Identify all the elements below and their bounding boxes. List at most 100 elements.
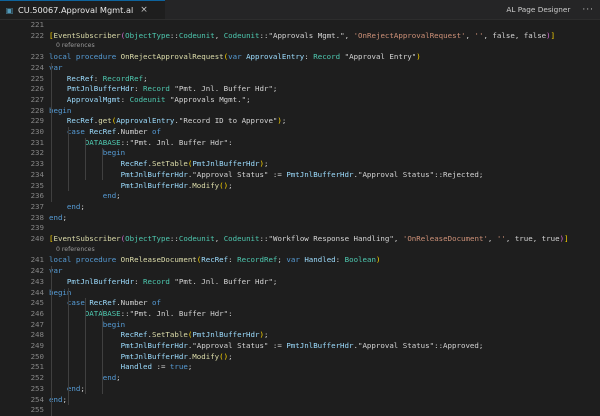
tab-bar: ▣ CU.50067.Approval Mgmt.al × AL Page De…: [0, 0, 600, 20]
tab-cu-50067-approval-mgmt[interactable]: ▣ CU.50067.Approval Mgmt.al ×: [0, 0, 165, 19]
code-text: case RecRef.Number of: [49, 298, 161, 309]
code-token: RecordRef: [102, 73, 144, 83]
code-text: local procedure OnReleaseDocument(RecRef…: [49, 255, 380, 266]
code-token: ;: [116, 373, 121, 383]
line-number: 249: [30, 341, 44, 350]
code-line[interactable]: 249 PmtJnlBufferHdr."Approval Status" :=…: [0, 341, 600, 352]
code-line[interactable]: 226 PmtJnlBufferHdr: Record "Pmt. Jnl. B…: [0, 84, 600, 95]
code-line[interactable]: 253 end;: [0, 384, 600, 395]
code-line[interactable]: 234 PmtJnlBufferHdr."Approval Status" :=…: [0, 170, 600, 181]
code-token: Modify: [192, 351, 220, 361]
code-token: local: [49, 52, 76, 62]
code-line[interactable]: 222 [EventSubscriber(ObjectType::Codeunit…: [0, 31, 600, 42]
code-token: begin: [49, 148, 126, 158]
code-line[interactable]: 246 DATABASE::"Pmt. Jnl. Buffer Hdr":: [0, 309, 600, 320]
line-number: 236: [30, 191, 44, 201]
code-text: [EventSubscriber(ObjectType::Codeunit, C…: [49, 31, 555, 42]
code-token: RecRef: [201, 255, 229, 265]
code-line[interactable]: 228 begin: [0, 106, 600, 117]
code-token: PmtJnlBufferHdr: [192, 330, 260, 340]
line-number: 221: [30, 20, 44, 29]
code-token: 'OnReleaseDocument': [402, 234, 488, 243]
code-line[interactable]: 244 begin: [0, 288, 600, 299]
code-token: ): [376, 255, 381, 265]
code-token: "Pmt. Jnl. Buffer Hdr": [174, 84, 273, 94]
code-line[interactable]: 227 ApprovalMgmt: Codeunit "Approvals Mg…: [0, 95, 600, 106]
code-token: get: [98, 116, 112, 126]
code-token: of: [152, 127, 161, 136]
indent-guide: [85, 298, 86, 395]
code-token: ;: [272, 84, 278, 94]
code-line[interactable]: 237 end;: [0, 202, 600, 213]
code-line[interactable]: 232 begin: [0, 148, 600, 159]
line-number: 254: [30, 394, 44, 404]
code-editor[interactable]: 221222 [EventSubscriber(ObjectType::Codeu…: [0, 20, 600, 416]
code-text: Handled := true;: [49, 362, 193, 373]
code-line[interactable]: 241 local procedure OnReleaseDocument(Rec…: [0, 255, 600, 266]
code-line[interactable]: 221: [0, 20, 600, 31]
al-page-designer-button[interactable]: AL Page Designer: [506, 5, 570, 14]
code-token: end: [49, 191, 117, 201]
line-number: 232: [30, 148, 44, 158]
code-line[interactable]: 252 end;: [0, 373, 600, 384]
indent-guide: [102, 148, 103, 181]
code-line[interactable]: 240 [EventSubscriber(ObjectType::Codeunit…: [0, 234, 600, 245]
code-text: PmtJnlBufferHdr: Record "Pmt. Jnl. Buffe…: [49, 84, 278, 95]
code-text: PmtJnlBufferHdr: Record "Pmt. Jnl. Buffe…: [49, 276, 278, 288]
code-token: ;: [281, 116, 287, 126]
more-actions-icon[interactable]: ···: [582, 5, 594, 15]
code-line[interactable]: 245 case RecRef.Number of: [0, 298, 600, 309]
indent-guide: [51, 266, 52, 416]
code-line[interactable]: 238 end;: [0, 213, 600, 224]
code-token: PmtJnlBufferHdr: [286, 341, 354, 350]
code-line[interactable]: 255: [0, 405, 600, 416]
code-line[interactable]: 248 RecRef.SetTable(PmtJnlBufferHdr);: [0, 330, 600, 341]
code-token: Record: [313, 52, 345, 62]
indent-guide: [68, 287, 69, 406]
code-token: ;: [80, 201, 85, 211]
code-line[interactable]: 250 PmtJnlBufferHdr.Modify();: [0, 352, 600, 363]
code-token: :=: [152, 362, 170, 372]
code-text: end;: [49, 202, 85, 213]
code-line[interactable]: 254 end;: [0, 395, 600, 406]
code-text: end;: [49, 213, 67, 224]
line-number: 227: [30, 94, 44, 104]
code-line[interactable]: 251 Handled := true;: [0, 362, 600, 373]
code-line[interactable]: 233 RecRef.SetTable(PmtJnlBufferHdr);: [0, 159, 600, 170]
code-line[interactable]: 224 var: [0, 63, 600, 74]
code-token: PmtJnlBufferHdr: [49, 341, 188, 350]
code-line[interactable]: 239: [0, 223, 600, 234]
line-number: 225: [30, 73, 44, 83]
code-token: :: [93, 73, 103, 83]
code-line[interactable]: 235 PmtJnlBufferHdr.Modify();: [0, 181, 600, 192]
code-line[interactable]: 247 begin: [0, 320, 600, 331]
code-token: begin: [49, 319, 126, 329]
code-line[interactable]: 231 DATABASE::"Pmt. Jnl. Buffer Hdr":: [0, 138, 600, 149]
code-line[interactable]: 230 case RecRef.Number of: [0, 127, 600, 138]
code-line[interactable]: 223 local procedure OnRejectApprovalReque…: [0, 52, 600, 63]
codelens-label[interactable]: 0 references: [56, 41, 95, 52]
code-line[interactable]: 242 var: [0, 266, 600, 277]
code-token: ;: [263, 159, 269, 169]
codelens-references[interactable]: 0 references: [0, 41, 600, 52]
code-token: :: [134, 276, 144, 286]
code-token: Handled: [49, 362, 152, 372]
codelens-label[interactable]: 0 references: [56, 245, 95, 256]
line-number: 250: [30, 351, 44, 361]
close-icon[interactable]: ×: [140, 5, 148, 15]
code-token: ;: [116, 191, 121, 201]
code-token: ."Approval Status" :=: [187, 341, 287, 350]
line-number: 248: [30, 330, 44, 340]
code-token: Codeunit: [223, 30, 260, 40]
code-token: ApprovalMgmt: [49, 94, 121, 104]
code-token: procedure: [75, 255, 121, 265]
code-line[interactable]: 225 RecRef: RecordRef;: [0, 74, 600, 85]
codelens-references[interactable]: 0 references: [0, 245, 600, 256]
code-text: PmtJnlBufferHdr."Approval Status" := Pmt…: [49, 341, 484, 352]
code-token: "Approvals Mgmt.": [268, 30, 345, 40]
code-line[interactable]: 229 RecRef.get(ApprovalEntry."Record ID …: [0, 116, 600, 127]
code-token: ,: [465, 30, 475, 40]
code-line[interactable]: 243 PmtJnlBufferHdr: Record "Pmt. Jnl. B…: [0, 277, 600, 288]
code-line[interactable]: 236 end;: [0, 191, 600, 202]
code-token: OnReleaseDocument: [120, 255, 197, 265]
